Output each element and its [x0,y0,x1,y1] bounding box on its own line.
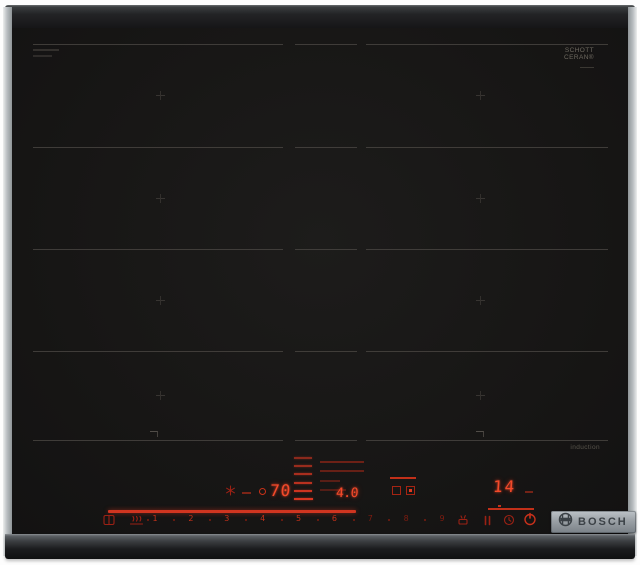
zone-line [366,249,608,250]
pan-position-marker [156,91,165,100]
zone-corner-marker [476,431,484,437]
glass-brand-subprint [580,67,594,68]
asterisk-icon [225,485,236,496]
flex-transfer-icon-right[interactable] [406,486,415,495]
timer-icon[interactable] [503,514,515,526]
slider-level-4[interactable]: 4 [258,514,268,523]
timer-dot [498,505,501,507]
hob-back-edge [5,5,635,30]
power-level-display: 4.0 [335,486,359,501]
timer-display: 14 [492,477,517,496]
flex-transfer-icon-left[interactable] [392,486,401,495]
slider-dot [424,519,426,521]
pause-icon[interactable] [483,515,492,526]
hob-right-bevel [628,7,637,556]
timer-underline [488,508,534,510]
pan-position-marker [476,194,485,203]
slider-dot [173,519,175,521]
induction-label: induction [570,444,600,451]
glass-brand-line2: CERAN® [564,54,594,61]
brand-badge: BOSCH [551,511,636,533]
glass-brand-print: SCHOTT CERAN® [564,47,594,61]
flex-zone-icon[interactable] [103,514,116,526]
zone-line [295,440,357,441]
pan-position-marker [476,91,485,100]
slider-dot [147,519,149,521]
pan-position-marker [156,391,165,400]
fry-level-label [320,461,364,463]
zone-line [295,44,357,45]
zone-line [366,44,608,45]
model-print [33,49,59,51]
zone-line [295,249,357,250]
fry-sensor-icon[interactable] [128,512,145,526]
zone-line [366,351,608,352]
glass-ceramic-surface [12,28,628,534]
pan-position-marker [476,296,485,305]
brand-name: BOSCH [578,516,628,528]
zone-line [295,147,357,148]
slider-dot [388,519,390,521]
zone-line [33,147,283,148]
slider-level-5[interactable]: 5 [294,514,304,523]
fry-temp-display: 70 [269,481,292,500]
slider-scale[interactable]: 1 2 3 4 5 6 7 8 9 [150,514,447,523]
zone-line [33,249,283,250]
fry-level-bar [294,498,313,500]
fry-level-bar [294,473,312,475]
slider-dot [209,519,211,521]
fry-level-bar [294,482,312,484]
power-icon[interactable] [523,512,537,526]
fry-level-bar [294,465,312,467]
fry-level-label [320,470,364,472]
fry-sensor-temp-icon [259,488,266,495]
hob-left-bevel [3,7,12,556]
slider-dot [353,519,355,521]
zone-corner-marker [150,431,158,437]
fry-level-label [320,480,340,482]
slider-level-8[interactable]: 8 [401,514,411,523]
flex-transfer-bar [390,477,416,479]
glass-brand-line1: SCHOTT [564,47,594,54]
zone-line [295,351,357,352]
product-photo: SCHOTT CERAN® induction 70 4.0 14 1 2 3 4 5 6… [0,0,640,565]
pan-position-marker [476,391,485,400]
cleaning-protection-icon[interactable] [457,514,469,526]
slider-dot [317,519,319,521]
zone-line [366,440,608,441]
power-slider[interactable] [108,510,356,513]
zone-line [33,440,283,441]
slider-level-9[interactable]: 9 [437,514,447,523]
zone-line [366,147,608,148]
slider-level-3[interactable]: 3 [222,514,232,523]
fry-level-bar [294,490,312,492]
slider-dot [281,519,283,521]
model-print [33,55,52,57]
dash-indicator [242,492,251,494]
zone-line [33,44,283,45]
timer-min-dash [525,491,533,493]
pan-position-marker [156,296,165,305]
pan-position-marker [156,194,165,203]
zone-line [33,351,283,352]
slider-level-2[interactable]: 2 [186,514,196,523]
slider-level-1[interactable]: 1 [150,514,160,523]
slider-level-6[interactable]: 6 [329,514,339,523]
bosch-symbol-icon [558,512,573,532]
fry-level-bar [294,457,312,459]
slider-dot [245,519,247,521]
slider-level-7[interactable]: 7 [365,514,375,523]
hob-front-edge [5,534,635,559]
